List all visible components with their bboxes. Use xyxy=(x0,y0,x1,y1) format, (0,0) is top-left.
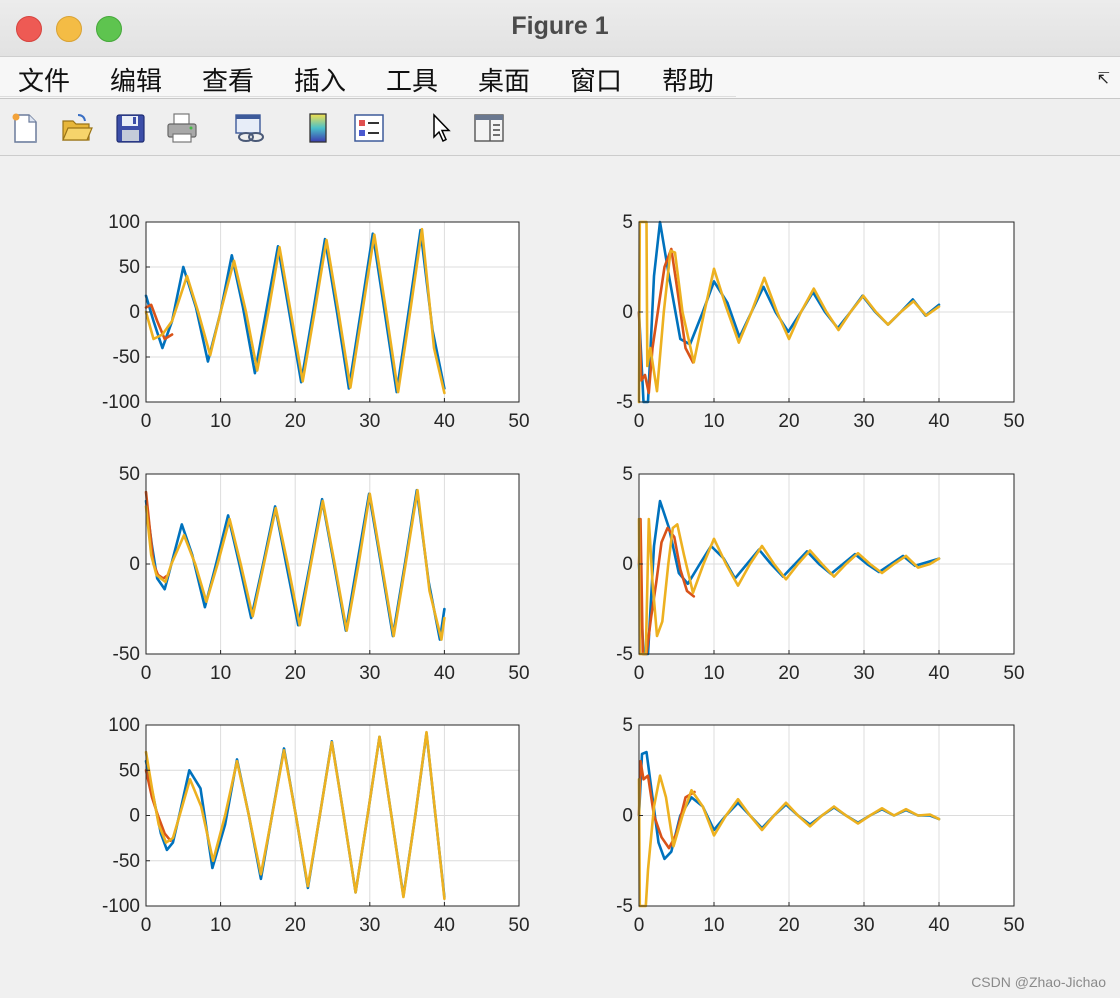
x-tick-label: 30 xyxy=(359,915,380,936)
x-tick-label: 0 xyxy=(634,663,645,684)
y-tick-label: -5 xyxy=(616,896,633,917)
print-icon[interactable] xyxy=(165,111,199,145)
x-tick-label: 30 xyxy=(853,411,874,432)
x-tick-label: 20 xyxy=(285,663,306,684)
y-tick-label: 50 xyxy=(119,257,140,278)
x-tick-label: 0 xyxy=(634,411,645,432)
new-figure-icon[interactable] xyxy=(8,111,42,145)
x-tick-label: 50 xyxy=(1003,663,1024,684)
x-tick-label: 30 xyxy=(359,411,380,432)
subplot-1: 0 10 20 30 40 50 100 50 0 -50 -100 xyxy=(102,212,530,432)
y-tick-label: 50 xyxy=(119,464,140,485)
x-tick-label: 0 xyxy=(634,915,645,936)
x-tick-label: 50 xyxy=(1003,915,1024,936)
colorbar-icon[interactable] xyxy=(301,111,335,145)
window-title: Figure 1 xyxy=(511,12,609,40)
x-tick-label: 0 xyxy=(141,915,152,936)
link-plot-icon[interactable] xyxy=(232,111,266,145)
x-tick-label: 20 xyxy=(285,411,306,432)
x-tick-label: 40 xyxy=(928,411,949,432)
x-tick-label: 0 xyxy=(141,663,152,684)
x-tick-label: 40 xyxy=(434,915,455,936)
x-tick-label: 20 xyxy=(778,411,799,432)
figure-canvas: 0 10 20 30 40 50 100 50 0 -50 -100 0 10 20 30 40 50 5 0 -5 0… xyxy=(0,156,1120,998)
watermark: CSDN @Zhao-Jichao xyxy=(971,974,1106,990)
y-tick-label: -5 xyxy=(616,644,633,665)
y-tick-label: -100 xyxy=(102,896,140,917)
y-tick-label: 0 xyxy=(129,806,140,827)
menu-tools[interactable]: 工具 xyxy=(386,61,438,98)
x-tick-label: 20 xyxy=(778,915,799,936)
y-tick-label: -5 xyxy=(616,392,633,413)
menu-desktop[interactable]: 桌面 xyxy=(478,61,530,98)
pointer-cursor-icon[interactable] xyxy=(424,111,458,145)
x-tick-label: 50 xyxy=(508,915,529,936)
x-tick-label: 10 xyxy=(210,915,231,936)
x-tick-label: 50 xyxy=(1003,411,1024,432)
x-tick-label: 20 xyxy=(285,915,306,936)
x-tick-label: 10 xyxy=(703,663,724,684)
x-tick-label: 0 xyxy=(141,411,152,432)
y-tick-label: -50 xyxy=(113,644,140,665)
x-tick-label: 50 xyxy=(508,663,529,684)
x-tick-label: 20 xyxy=(778,663,799,684)
menu-insert[interactable]: 插入 xyxy=(294,61,346,98)
menu-divider xyxy=(0,96,736,97)
y-tick-label: 100 xyxy=(108,212,140,233)
menu-help[interactable]: 帮助 xyxy=(662,61,714,98)
menu-file[interactable]: 文件 xyxy=(18,61,70,98)
subplot-2: 0 10 20 30 40 5050-5 xyxy=(616,212,1024,432)
x-tick-label: 10 xyxy=(703,915,724,936)
y-tick-label: 0 xyxy=(129,302,140,323)
subplot-5: 0 10 20 30 40 50 100 50 0 -50 -100 xyxy=(102,715,530,936)
x-tick-label: 10 xyxy=(210,663,231,684)
x-tick-label: 40 xyxy=(928,915,949,936)
x-tick-label: 30 xyxy=(853,663,874,684)
y-tick-label: 0 xyxy=(622,302,633,323)
y-tick-label: -100 xyxy=(102,392,140,413)
y-tick-label: -50 xyxy=(113,851,140,872)
menu-bar: 文件 编辑 查看 插入 工具 桌面 窗口 帮助 ↸ xyxy=(0,57,1120,99)
y-tick-label: 0 xyxy=(622,806,633,827)
y-tick-label: -50 xyxy=(113,347,140,368)
x-tick-label: 30 xyxy=(853,915,874,936)
y-tick-label: 100 xyxy=(108,715,140,736)
toolbar xyxy=(0,99,1120,156)
x-tick-label: 10 xyxy=(210,411,231,432)
subplot-6: 0 10 20 30 40 5050-5 xyxy=(616,715,1024,936)
x-tick-label: 40 xyxy=(928,663,949,684)
menu-window[interactable]: 窗口 xyxy=(570,61,622,98)
y-tick-label: 0 xyxy=(622,554,633,575)
y-tick-label: 50 xyxy=(119,760,140,781)
y-tick-label: 5 xyxy=(622,212,633,233)
property-inspector-icon[interactable] xyxy=(472,111,506,145)
title-bar: Figure 1 xyxy=(0,0,1120,57)
y-tick-label: 0 xyxy=(129,554,140,575)
legend-icon[interactable] xyxy=(352,111,386,145)
x-tick-label: 50 xyxy=(508,411,529,432)
subplot-4: 0 10 20 30 40 5050-5 xyxy=(616,464,1024,684)
subplot-3: 0 10 20 30 40 50500-50 xyxy=(113,464,530,684)
x-tick-label: 30 xyxy=(359,663,380,684)
dock-figure-icon[interactable]: ↸ xyxy=(1097,69,1110,88)
x-tick-label: 10 xyxy=(703,411,724,432)
x-tick-label: 40 xyxy=(434,663,455,684)
y-tick-label: 5 xyxy=(622,715,633,736)
save-disk-icon[interactable] xyxy=(113,111,147,145)
open-folder-icon[interactable] xyxy=(60,111,94,145)
x-tick-label: 40 xyxy=(434,411,455,432)
menu-view[interactable]: 查看 xyxy=(202,61,254,98)
y-tick-label: 5 xyxy=(622,464,633,485)
subplot-grid: 0 10 20 30 40 50100500-50-1000 10 20 30 40 5050-50… xyxy=(102,212,1025,936)
menu-edit[interactable]: 编辑 xyxy=(110,61,162,98)
